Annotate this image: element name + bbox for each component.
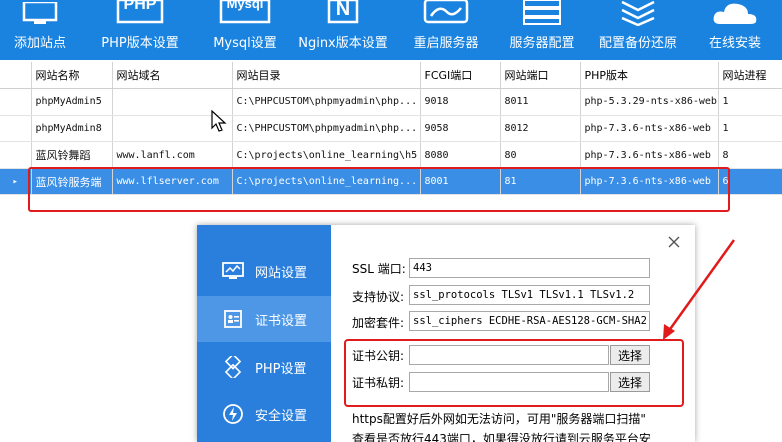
cloud-install-icon	[709, 0, 761, 26]
site-port-cell: 8012	[500, 115, 581, 143]
restart-server-label: 重启服务器	[413, 36, 479, 51]
restart-server-icon	[420, 0, 472, 26]
column-header[interactable]: PHP版本	[580, 62, 719, 90]
ciphers-row: 加密套件:	[352, 311, 404, 333]
mysql-settings-button[interactable]: Mysql Mysql设置	[200, 0, 290, 60]
process-count-cell: 1	[718, 115, 782, 143]
online-install-label: 在线安装	[708, 36, 761, 51]
sidebar-item-label: 安全设置	[255, 408, 308, 424]
mysql-icon: Mysql	[219, 0, 271, 26]
fcgi-port-cell: 9018	[420, 88, 501, 116]
sidebar-item-label: 网站设置	[255, 265, 308, 281]
protocols-input[interactable]	[409, 285, 650, 305]
note-line: 查看是否放行443端口，如果得没放行请到云服务平台安	[352, 432, 651, 442]
column-header[interactable]: FCGI端口	[420, 62, 501, 90]
backup-icon	[612, 0, 664, 26]
security-icon	[222, 403, 244, 425]
private-key-row: 证书私钥:	[352, 371, 404, 393]
php-version-label: PHP版本设置	[101, 36, 179, 51]
column-header[interactable]: 网站目录	[232, 62, 421, 90]
https-note: https配置好后外网如无法访问，可用"服务器端口扫描" 查看是否放行443端口…	[352, 409, 692, 442]
ssl-port-label: SSL 端口:	[352, 261, 406, 276]
column-header[interactable]: 网站进程	[718, 62, 782, 90]
process-count-cell: 8	[718, 141, 782, 169]
column-header[interactable]: 网站名称	[31, 62, 113, 90]
nginx-icon: N	[317, 0, 369, 26]
online-install-button[interactable]: 在线安装	[688, 0, 782, 60]
public-key-input[interactable]	[409, 345, 609, 365]
server-config-label: 服务器配置	[509, 36, 575, 51]
server-config-button[interactable]: 服务器配置	[496, 0, 588, 60]
table-row[interactable]: 蓝风铃舞蹈 www.lanfl.com C:\projects\online_l…	[0, 141, 782, 169]
column-header[interactable]: 网站端口	[500, 62, 581, 90]
nginx-version-button[interactable]: N Nginx版本设置	[290, 0, 396, 60]
php-settings-icon	[222, 356, 244, 378]
process-count-cell: 1	[718, 88, 782, 116]
server-config-icon	[516, 0, 568, 26]
site-port-cell: 80	[500, 141, 581, 169]
add-site-label: 添加站点	[13, 36, 66, 51]
row-gutter	[0, 141, 32, 169]
mysql-settings-label: Mysql设置	[213, 36, 277, 51]
site-name-cell: phpMyAdmin8	[31, 115, 113, 143]
protocols-label: 支持协议:	[352, 289, 405, 304]
restart-server-button[interactable]: 重启服务器	[396, 0, 496, 60]
protocols-row: 支持协议:	[352, 285, 404, 307]
php-version-button[interactable]: PHP PHP版本设置	[80, 0, 200, 60]
site-dir-cell: C:\projects\online_learning\h5	[232, 141, 421, 169]
monitor-icon	[14, 0, 66, 26]
public-key-row: 证书公钥:	[352, 344, 404, 366]
php-version-cell: php-7.3.6-nts-x86-web	[580, 141, 719, 169]
sidebar-item-label: 证书设置	[255, 313, 308, 329]
choose-public-key-button[interactable]: 选择	[610, 345, 650, 365]
site-dir-cell: C:\PHPCUSTOM\phpmyadmin\php...	[232, 88, 421, 116]
table-row[interactable]: phpMyAdmin8 C:\PHPCUSTOM\phpmyadmin\php.…	[0, 115, 782, 143]
nginx-version-label: Nginx版本设置	[298, 36, 388, 51]
choose-private-key-button[interactable]: 选择	[610, 372, 650, 392]
private-key-label: 证书私钥:	[352, 375, 405, 390]
table-row[interactable]: phpMyAdmin5 C:\PHPCUSTOM\phpmyadmin\php.…	[0, 88, 782, 116]
sidebar-item-security-settings[interactable]: 安全设置	[197, 391, 331, 437]
main-toolbar: 添加站点 PHP PHP版本设置 Mysql Mysql设置 N Nginx版本…	[0, 0, 782, 60]
annotation-highlight-row	[28, 167, 730, 212]
table-header-row: 网站名称 网站域名 网站目录 FCGI端口 网站端口 PHP版本 网站进程	[0, 62, 782, 90]
row-gutter: ▸	[0, 168, 32, 196]
php-icon: PHP	[114, 0, 166, 26]
ssl-port-row: SSL 端口:	[352, 257, 406, 279]
backup-restore-label: 配置备份还原	[598, 36, 677, 51]
row-gutter	[0, 88, 32, 116]
ciphers-input[interactable]	[409, 311, 650, 331]
row-gutter	[0, 115, 32, 143]
public-key-label: 证书公钥:	[352, 348, 405, 363]
column-header[interactable]: 网站域名	[112, 62, 233, 90]
private-key-input[interactable]	[409, 372, 609, 392]
close-icon[interactable]	[667, 235, 681, 249]
sidebar-item-website-settings[interactable]: 网站设置	[197, 248, 331, 294]
sidebar-item-certificate-settings[interactable]: 证书设置	[197, 296, 331, 342]
row-gutter-header	[0, 62, 32, 90]
add-site-button[interactable]: 添加站点	[0, 0, 80, 60]
php-version-cell: php-5.3.29-nts-x86-web	[580, 88, 719, 116]
site-name-cell: 蓝风铃舞蹈	[31, 141, 113, 169]
ssl-port-input[interactable]	[409, 258, 650, 278]
backup-restore-button[interactable]: 配置备份还原	[588, 0, 688, 60]
note-line: https配置好后外网如无法访问，可用"服务器端口扫描"	[352, 412, 646, 426]
fcgi-port-cell: 9058	[420, 115, 501, 143]
website-settings-icon	[222, 260, 244, 282]
fcgi-port-cell: 8080	[420, 141, 501, 169]
ciphers-label: 加密套件:	[352, 315, 405, 330]
dialog-sidebar: 网站设置 证书设置 PHP设置 安全设置	[197, 225, 331, 442]
site-port-cell: 8011	[500, 88, 581, 116]
site-name-cell: phpMyAdmin5	[31, 88, 113, 116]
mouse-cursor-icon	[211, 110, 227, 132]
site-dir-cell: C:\PHPCUSTOM\phpmyadmin\php...	[232, 115, 421, 143]
sidebar-item-label: PHP设置	[255, 361, 307, 377]
site-domain-cell: www.lanfl.com	[112, 141, 233, 169]
certificate-icon	[222, 308, 244, 330]
php-version-cell: php-7.3.6-nts-x86-web	[580, 115, 719, 143]
sidebar-item-php-settings[interactable]: PHP设置	[197, 344, 331, 390]
